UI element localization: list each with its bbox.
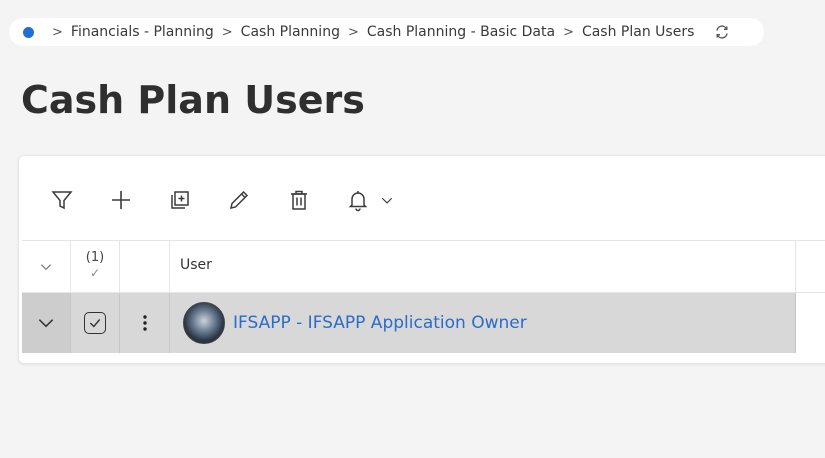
row-menu-header xyxy=(120,241,170,292)
chevron-down-icon xyxy=(381,197,393,204)
add-button[interactable] xyxy=(107,186,135,214)
column-header-user[interactable]: User xyxy=(170,241,796,292)
row-expand-toggle[interactable] xyxy=(22,293,71,353)
selected-count: (1) xyxy=(85,250,105,265)
delete-button[interactable] xyxy=(285,186,313,214)
kebab-menu-icon xyxy=(142,315,147,331)
notifications-dropdown[interactable] xyxy=(378,186,396,214)
edit-button[interactable] xyxy=(225,186,253,214)
users-list-card: (1) ✓ User IFSAPP - IFSAPP Application O… xyxy=(18,155,825,364)
check-icon: ✓ xyxy=(89,266,101,280)
column-header-spacer xyxy=(796,241,825,292)
expand-all-toggle[interactable] xyxy=(22,241,71,292)
duplicate-button[interactable] xyxy=(166,186,194,214)
user-cell: IFSAPP - IFSAPP Application Owner xyxy=(170,293,796,353)
breadcrumb-item-cash-planning[interactable]: Cash Planning xyxy=(241,24,340,40)
row-menu-button[interactable] xyxy=(120,293,170,353)
chevron-down-icon xyxy=(40,263,52,270)
breadcrumb-item-cash-plan-users: Cash Plan Users xyxy=(581,24,695,40)
breadcrumb-item-financials-planning[interactable]: Financials - Planning xyxy=(71,24,214,40)
filter-button[interactable] xyxy=(48,186,76,214)
checkmark-icon xyxy=(89,319,101,328)
table-row[interactable]: IFSAPP - IFSAPP Application Owner xyxy=(22,293,825,353)
breadcrumb-item-cash-planning-basic-data[interactable]: Cash Planning - Basic Data xyxy=(367,24,555,40)
table-header: (1) ✓ User xyxy=(22,240,825,293)
avatar xyxy=(183,302,225,344)
select-all-header[interactable]: (1) ✓ xyxy=(71,241,120,292)
home-dot-icon[interactable] xyxy=(23,26,34,38)
notifications-button[interactable] xyxy=(344,186,372,214)
chevron-down-icon xyxy=(38,319,54,328)
page-title: Cash Plan Users xyxy=(21,78,365,122)
duplicate-icon xyxy=(171,191,189,209)
user-link[interactable]: IFSAPP - IFSAPP Application Owner xyxy=(233,313,527,333)
trash-icon xyxy=(291,190,307,210)
row-select-cell xyxy=(71,293,120,353)
filter-icon xyxy=(51,191,73,210)
row-checkbox[interactable] xyxy=(84,312,106,334)
plus-icon xyxy=(112,191,130,209)
breadcrumb-separator: > xyxy=(221,24,233,40)
bell-icon xyxy=(348,191,368,212)
pencil-icon xyxy=(230,190,249,209)
breadcrumb-separator: > xyxy=(347,24,359,40)
breadcrumb-separator: > xyxy=(563,24,574,40)
toolbar xyxy=(19,156,825,240)
breadcrumb: > Financials - Planning > Cash Planning … xyxy=(9,18,764,46)
refresh-icon[interactable] xyxy=(714,24,730,40)
users-table: (1) ✓ User IFSAPP - IFSAPP Application O… xyxy=(22,240,825,353)
breadcrumb-separator: > xyxy=(52,24,63,40)
row-spacer xyxy=(796,293,825,353)
